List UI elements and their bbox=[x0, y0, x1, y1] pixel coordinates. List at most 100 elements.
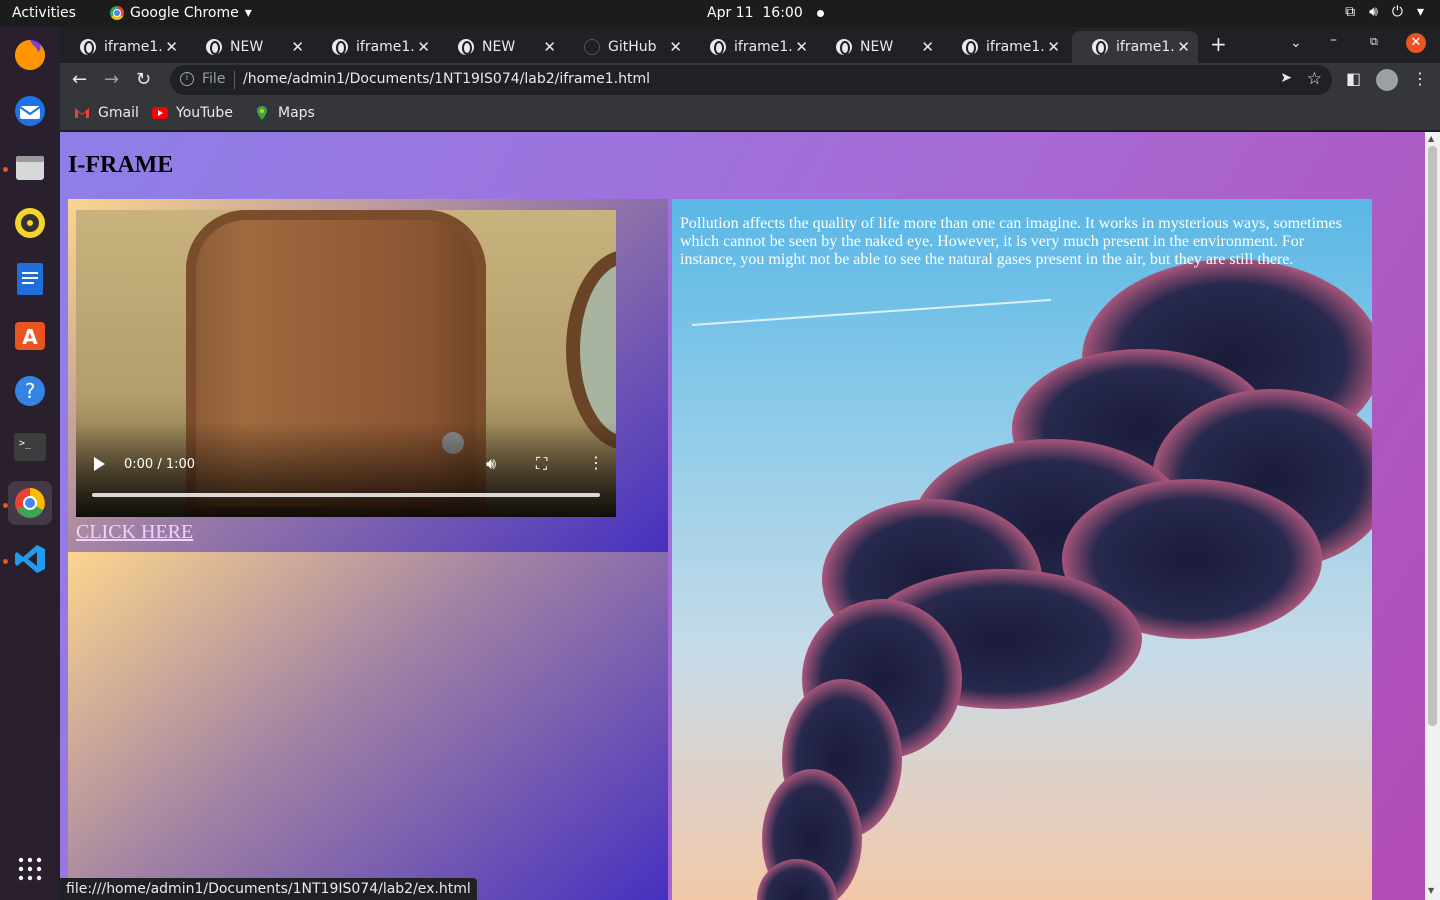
status-bubble: file:///home/admin1/Documents/1NT19IS074… bbox=[60, 878, 477, 900]
chrome-icon[interactable] bbox=[8, 481, 52, 525]
forward-button[interactable]: → bbox=[104, 69, 119, 90]
writer-icon[interactable] bbox=[8, 257, 52, 301]
side-panel-icon[interactable]: ◧ bbox=[1346, 69, 1361, 88]
click-here-link[interactable]: CLICK HERE bbox=[76, 521, 193, 544]
video-player[interactable]: 0:00 / 1:00 🔊︎ ⛶ ⋮ bbox=[76, 210, 616, 517]
tab-title: NEW bbox=[482, 39, 516, 55]
browser-toolbar: ← → ↻ i File /home/admin1/Documents/1NT1… bbox=[60, 63, 1440, 97]
video-time: 0:00 / 1:00 bbox=[124, 457, 196, 472]
address-bar[interactable]: i File /home/admin1/Documents/1NT19IS074… bbox=[170, 65, 1332, 95]
reload-button[interactable]: ↻ bbox=[136, 69, 151, 90]
window-close-button[interactable]: ✕ bbox=[1406, 33, 1426, 53]
vscode-icon[interactable] bbox=[8, 537, 52, 581]
fullscreen-icon[interactable]: ⛶ bbox=[536, 454, 547, 474]
svg-text:A: A bbox=[22, 325, 38, 349]
firefox-icon[interactable] bbox=[8, 33, 52, 77]
files-icon[interactable] bbox=[8, 145, 52, 189]
tab-title: GitHub bbox=[608, 39, 657, 55]
smoke-image bbox=[757, 259, 1372, 900]
profile-avatar[interactable] bbox=[1376, 69, 1398, 91]
tab[interactable]: NEW ✕ bbox=[186, 31, 312, 63]
send-icon[interactable]: ➤ bbox=[1280, 70, 1292, 86]
close-icon[interactable]: ✕ bbox=[165, 38, 178, 56]
url-text[interactable]: /home/admin1/Documents/1NT19IS074/lab2/i… bbox=[243, 71, 650, 87]
notification-dot-icon bbox=[816, 9, 824, 17]
tab[interactable]: iframe1.h ✕ bbox=[312, 31, 438, 63]
bookmark-star-icon[interactable]: ☆ bbox=[1307, 69, 1322, 89]
tab-title: iframe1.h bbox=[356, 39, 416, 55]
scroll-thumb[interactable] bbox=[1428, 146, 1437, 726]
gmail-icon bbox=[75, 108, 89, 118]
activities-button[interactable]: Activities bbox=[12, 5, 76, 21]
globe-icon bbox=[710, 39, 726, 55]
close-icon[interactable]: ✕ bbox=[1177, 38, 1190, 56]
network-icon: ⧉ bbox=[1345, 4, 1356, 20]
scroll-up-icon[interactable]: ▲ bbox=[1428, 134, 1434, 143]
bookmark-label: YouTube bbox=[176, 105, 233, 121]
bookmark-gmail[interactable]: Gmail bbox=[74, 105, 139, 121]
bookmarks-bar: Gmail YouTube Maps bbox=[60, 97, 1440, 131]
play-icon[interactable] bbox=[94, 457, 105, 471]
power-icon: ⏻ bbox=[1391, 4, 1403, 20]
iframe-target bbox=[68, 552, 668, 900]
tab-active[interactable]: iframe1.h ✕ bbox=[1072, 31, 1198, 63]
maximize-button[interactable]: ⧉ bbox=[1370, 35, 1378, 49]
pollution-paragraph: Pollution affects the quality of life mo… bbox=[680, 215, 1342, 268]
volume-icon: 🔊︎ bbox=[1369, 4, 1378, 20]
close-icon[interactable]: ✕ bbox=[1047, 38, 1060, 56]
video-progress-bar[interactable] bbox=[92, 493, 600, 497]
close-icon[interactable]: ✕ bbox=[795, 38, 808, 56]
tab-search-button[interactable]: ⌄ bbox=[1290, 35, 1302, 51]
chevron-down-icon: ▾ bbox=[1416, 4, 1424, 20]
chevron-down-icon: ▾ bbox=[244, 5, 252, 21]
tab[interactable]: iframe1.h ✕ bbox=[690, 31, 816, 63]
globe-icon bbox=[962, 39, 978, 55]
page-scrollbar[interactable]: ▲ ▼ bbox=[1425, 132, 1440, 900]
info-icon[interactable]: i bbox=[180, 72, 194, 86]
tab-strip: iframe1.h ✕ NEW ✕ iframe1.h ✕ NEW ✕ GitH… bbox=[60, 27, 1440, 63]
tab[interactable]: NEW ✕ bbox=[438, 31, 564, 63]
app-menu-label: Google Chrome bbox=[130, 5, 239, 21]
tab[interactable]: GitHub ✕ bbox=[564, 31, 690, 63]
more-options-icon[interactable]: ⋮ bbox=[588, 453, 604, 472]
bookmark-label: Gmail bbox=[98, 105, 139, 121]
close-icon[interactable]: ✕ bbox=[543, 38, 556, 56]
rhythmbox-icon[interactable] bbox=[8, 201, 52, 245]
dock: A ? >_ bbox=[0, 27, 60, 900]
thunderbird-icon[interactable] bbox=[8, 89, 52, 133]
tab-title: iframe1.h bbox=[1116, 39, 1176, 55]
more-menu-icon[interactable]: ⋮ bbox=[1412, 69, 1428, 88]
youtube-icon bbox=[152, 107, 168, 119]
close-icon[interactable]: ✕ bbox=[417, 38, 430, 56]
globe-icon bbox=[458, 39, 474, 55]
app-grid-icon[interactable] bbox=[8, 847, 52, 891]
bookmark-maps[interactable]: Maps bbox=[254, 105, 315, 121]
iframe-pollution: Pollution affects the quality of life mo… bbox=[672, 199, 1372, 900]
software-icon[interactable]: A bbox=[8, 313, 52, 357]
svg-text:?: ? bbox=[25, 379, 36, 403]
bookmark-youtube[interactable]: YouTube bbox=[152, 105, 233, 121]
tab-title: NEW bbox=[860, 39, 894, 55]
tab[interactable]: NEW ✕ bbox=[816, 31, 942, 63]
minimize-button[interactable]: – bbox=[1330, 32, 1337, 48]
close-icon[interactable]: ✕ bbox=[291, 38, 304, 56]
clock[interactable]: Apr 11 16:00 bbox=[707, 5, 824, 21]
bookmark-label: Maps bbox=[278, 105, 315, 121]
close-icon[interactable]: ✕ bbox=[669, 38, 682, 56]
volume-icon[interactable]: 🔊︎ bbox=[486, 454, 496, 474]
app-menu[interactable]: Google Chrome ▾ bbox=[110, 5, 252, 21]
terminal-icon[interactable]: >_ bbox=[8, 425, 52, 469]
system-top-bar: Activities Google Chrome ▾ Apr 11 16:00 … bbox=[0, 0, 1440, 27]
globe-icon bbox=[1092, 39, 1108, 55]
help-icon[interactable]: ? bbox=[8, 369, 52, 413]
video-controls: 0:00 / 1:00 🔊︎ ⛶ ⋮ bbox=[76, 447, 616, 517]
scroll-down-icon[interactable]: ▼ bbox=[1428, 886, 1434, 895]
system-tray[interactable]: ⧉ 🔊︎ ⏻ ▾ bbox=[1345, 4, 1424, 20]
new-tab-button[interactable]: + bbox=[1210, 32, 1227, 56]
tab[interactable]: iframe1.h ✕ bbox=[942, 31, 1068, 63]
tab[interactable]: iframe1.h ✕ bbox=[60, 31, 186, 63]
github-icon bbox=[584, 39, 600, 55]
close-icon[interactable]: ✕ bbox=[921, 38, 934, 56]
back-button[interactable]: ← bbox=[72, 69, 87, 90]
iframe-video: 0:00 / 1:00 🔊︎ ⛶ ⋮ CLICK HERE bbox=[68, 199, 668, 552]
